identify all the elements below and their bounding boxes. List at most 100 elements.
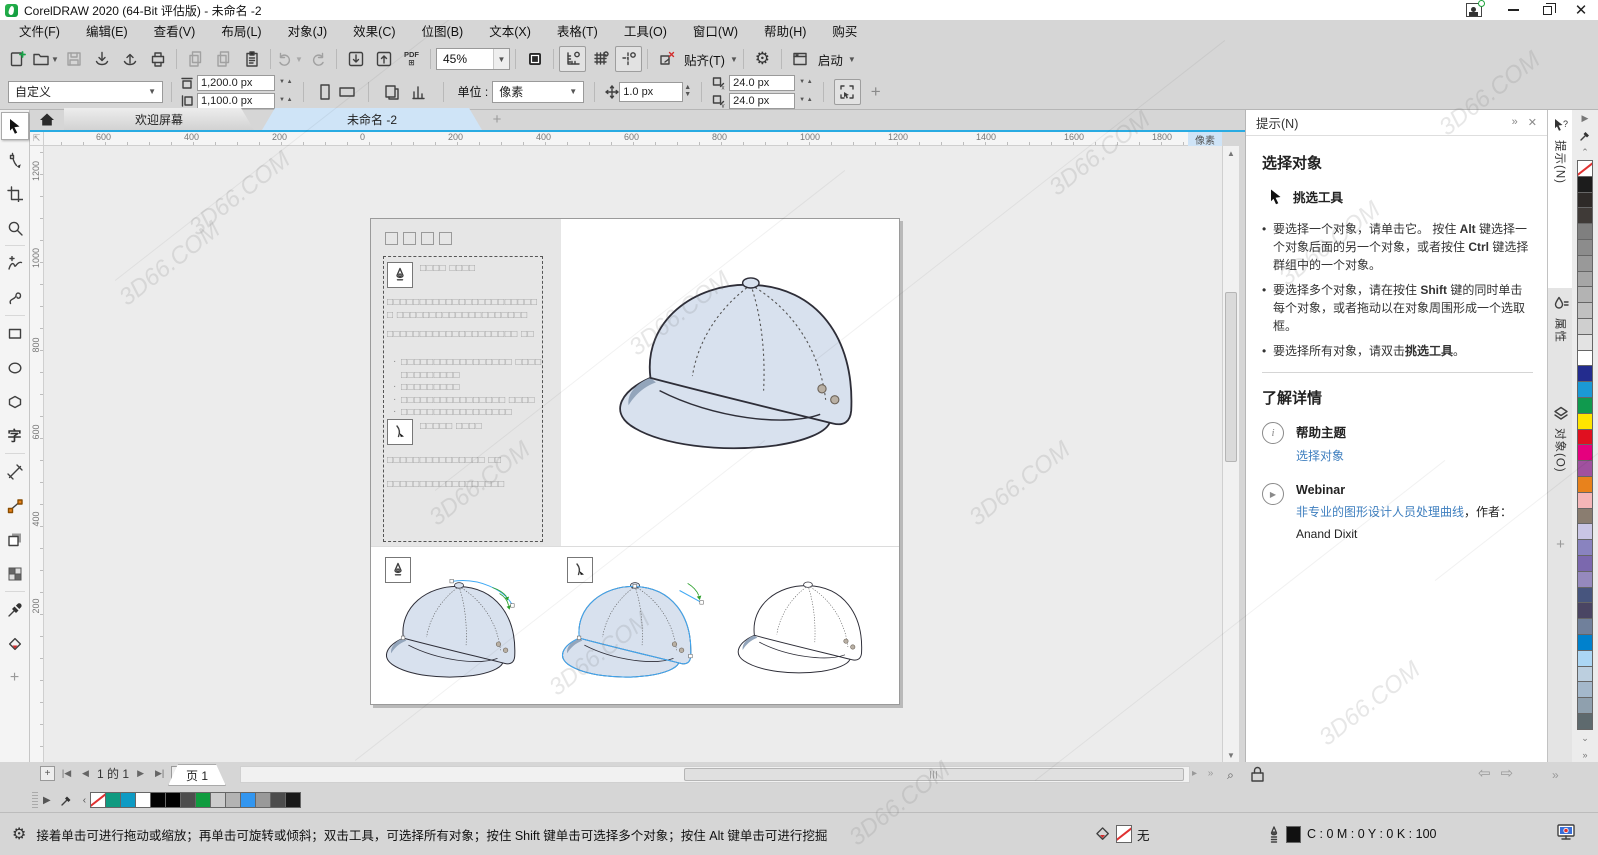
color-swatch[interactable] xyxy=(195,792,211,808)
new-document-button[interactable] xyxy=(4,46,31,72)
launch-dropdown[interactable]: 启动 xyxy=(818,50,843,69)
dimension-tool[interactable] xyxy=(2,459,28,484)
docker-footer-expand[interactable]: » xyxy=(1552,768,1559,782)
color-swatch[interactable] xyxy=(1577,192,1593,209)
horizontal-ruler[interactable]: 6004002000200400600800100012001400160018… xyxy=(44,132,1188,146)
drawing-canvas[interactable]: □□□□ □□□□ □□□□□□□□□□□□□□□□□□□□□□□□ □□□□□… xyxy=(44,146,1222,762)
cloud-download-button[interactable] xyxy=(88,46,115,72)
color-swatch[interactable] xyxy=(1577,413,1593,430)
launch-icon[interactable] xyxy=(787,46,814,72)
new-tab-button[interactable]: + xyxy=(482,108,512,130)
save-button[interactable] xyxy=(60,46,87,72)
propbar-add-button[interactable]: + xyxy=(871,82,881,102)
color-swatch[interactable] xyxy=(1577,650,1593,667)
undo-button[interactable]: ▼ xyxy=(276,46,303,72)
color-swatch[interactable] xyxy=(1577,666,1593,683)
color-swatch[interactable] xyxy=(210,792,226,808)
cap-illustration-step1[interactable] xyxy=(377,573,539,690)
print-button[interactable] xyxy=(144,46,171,72)
color-swatch[interactable] xyxy=(1577,602,1593,619)
color-swatch[interactable] xyxy=(240,792,256,808)
prev-page-button[interactable]: ◀ xyxy=(78,766,93,781)
current-page-button[interactable] xyxy=(406,79,433,105)
text-tool[interactable]: 字 xyxy=(2,423,28,448)
cap-illustration-step2[interactable] xyxy=(553,573,715,690)
color-swatch[interactable] xyxy=(1577,523,1593,540)
color-swatch[interactable] xyxy=(1577,492,1593,509)
color-swatch[interactable] xyxy=(1577,460,1593,477)
vertical-scroll-thumb[interactable] xyxy=(1225,292,1237,462)
status-gear-icon[interactable]: ⚙ xyxy=(12,824,26,844)
color-swatch[interactable] xyxy=(1577,350,1593,367)
show-rulers-button[interactable] xyxy=(559,46,586,72)
zoom-tool[interactable] xyxy=(2,215,28,240)
ellipse-tool[interactable] xyxy=(2,355,28,380)
show-guidelines-button[interactable] xyxy=(615,46,642,72)
color-swatch[interactable] xyxy=(1577,713,1593,730)
color-swatch[interactable] xyxy=(1577,697,1593,714)
next-page-button[interactable]: ▶ xyxy=(133,766,148,781)
cloud-upload-button[interactable] xyxy=(116,46,143,72)
duplicate-x-field[interactable]: 24.0 px xyxy=(729,75,795,91)
palette-flyout-arrow[interactable]: ▶ xyxy=(1582,110,1589,127)
restore-button[interactable] xyxy=(1530,0,1564,20)
tab-untitled-2[interactable]: 未命名 -2 xyxy=(262,108,482,130)
units-select[interactable]: 像素▼ xyxy=(492,81,584,103)
color-swatch[interactable] xyxy=(165,792,181,808)
ruler-origin[interactable]: ⇱ xyxy=(30,132,44,146)
menu-item-12[interactable]: 购买 xyxy=(819,20,870,44)
palette-scroll-up[interactable]: ⌃ xyxy=(1581,144,1589,161)
home-tab[interactable] xyxy=(30,108,64,130)
menu-item-3[interactable]: 布局(L) xyxy=(208,20,274,44)
webinar-link[interactable]: 非专业的图形设计人员处理曲线 xyxy=(1296,505,1464,519)
publish-pdf-button[interactable]: PDF⊞ xyxy=(398,46,425,72)
all-pages-button[interactable] xyxy=(379,79,406,105)
transparency-tool[interactable] xyxy=(2,561,28,586)
color-swatch[interactable] xyxy=(1577,681,1593,698)
polygon-tool[interactable] xyxy=(2,389,28,414)
doc-palette-scroll-left[interactable]: ‹ xyxy=(83,795,86,806)
color-swatch[interactable] xyxy=(1577,444,1593,461)
color-swatch[interactable] xyxy=(135,792,151,808)
menu-item-11[interactable]: 帮助(H) xyxy=(751,20,819,44)
redo-button[interactable] xyxy=(304,46,331,72)
copy-button[interactable] xyxy=(210,46,237,72)
vertical-scrollbar[interactable]: ▲ ▼ xyxy=(1222,146,1239,762)
document-page[interactable]: □□□□ □□□□ □□□□□□□□□□□□□□□□□□□□□□□□ □□□□□… xyxy=(370,218,900,705)
duplicate-y-field[interactable]: 24.0 px xyxy=(729,93,795,109)
color-swatch[interactable] xyxy=(1577,508,1593,525)
horizontal-scrollbar[interactable]: ||| xyxy=(240,766,1190,783)
open-document-button[interactable]: ▼ xyxy=(32,46,59,72)
zoom-level-select[interactable]: 45%▼ xyxy=(436,48,510,70)
pick-tool[interactable] xyxy=(1,112,29,140)
paste-button[interactable] xyxy=(238,46,265,72)
menu-item-9[interactable]: 工具(O) xyxy=(611,20,680,44)
color-proof-icon[interactable] xyxy=(1556,823,1576,841)
menu-item-0[interactable]: 文件(F) xyxy=(6,20,73,44)
portrait-button[interactable] xyxy=(314,80,336,104)
interactive-fill-tool[interactable] xyxy=(2,631,28,656)
forward-arrow-icon[interactable]: ⇨ xyxy=(1501,764,1514,782)
scroll-down-arrow[interactable]: ▼ xyxy=(1223,748,1239,762)
fullscreen-preview-button[interactable] xyxy=(521,46,548,72)
color-swatch[interactable] xyxy=(1577,318,1593,335)
docker-tab-hints[interactable]: ? 提示(N) xyxy=(1548,110,1573,288)
color-swatch[interactable] xyxy=(180,792,196,808)
docker-close-icon[interactable]: ✕ xyxy=(1528,116,1537,129)
snap-to-dropdown[interactable]: 贴齐(T) xyxy=(684,50,725,69)
color-swatch[interactable] xyxy=(105,792,121,808)
color-swatch[interactable] xyxy=(225,792,241,808)
nudge-distance-field[interactable]: 1.0 px xyxy=(619,82,683,102)
docker-tab-objects[interactable]: 对象(O) xyxy=(1548,398,1573,528)
menu-item-7[interactable]: 文本(X) xyxy=(476,20,544,44)
color-swatch[interactable] xyxy=(1577,571,1593,588)
rectangle-tool[interactable] xyxy=(2,321,28,346)
options-gear-button[interactable]: ⚙ xyxy=(749,46,776,72)
help-topic-link[interactable]: 选择对象 xyxy=(1296,447,1346,465)
scroll-up-arrow[interactable]: ▲ xyxy=(1223,146,1239,160)
cap-illustration-large[interactable] xyxy=(603,261,895,471)
color-swatch[interactable] xyxy=(1577,176,1593,193)
doc-palette-flyout[interactable]: ▶ xyxy=(43,795,51,806)
color-swatch[interactable] xyxy=(1577,429,1593,446)
page-height-field[interactable]: 1,100.0 px xyxy=(197,93,275,109)
